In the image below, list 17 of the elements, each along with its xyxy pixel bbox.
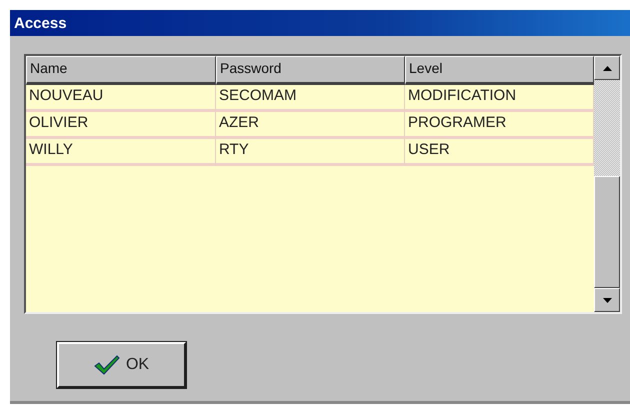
up-arrow-icon — [602, 66, 612, 70]
table-cell: WILLY — [26, 139, 216, 166]
ok-button[interactable]: OK — [57, 342, 186, 388]
table-cell: AZER — [216, 112, 405, 139]
check-icon — [94, 355, 120, 375]
scroll-down-button[interactable] — [594, 288, 620, 312]
column-header[interactable]: Name — [26, 56, 216, 85]
table-cell: OLIVIER — [26, 112, 216, 139]
scrollbar-thumb[interactable] — [594, 176, 620, 288]
table-cell: NOUVEAU — [26, 85, 216, 112]
down-arrow-icon — [602, 298, 612, 302]
column-header[interactable]: Password — [216, 56, 405, 85]
table-cell: SECOMAM — [216, 85, 405, 112]
scroll-up-button[interactable] — [594, 56, 620, 80]
window-title: Access — [10, 10, 630, 36]
table-cell: RTY — [216, 139, 405, 166]
column-header[interactable]: Level — [405, 56, 594, 85]
